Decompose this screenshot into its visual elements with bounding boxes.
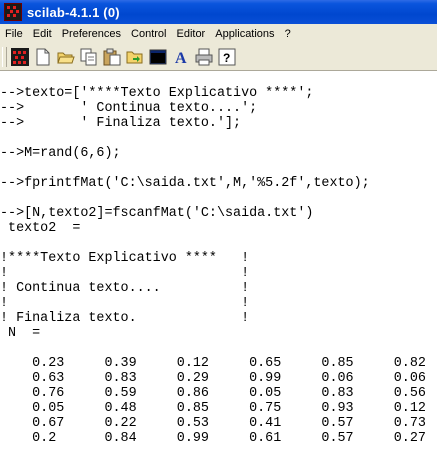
console-line: -->M=rand(6,6); [0, 146, 121, 161]
console-line: 0.05 0.48 0.85 0.75 0.93 0.12 [0, 401, 426, 416]
console-line: !****Texto Explicativo **** ! [0, 251, 250, 266]
console-line: -->fprintfMat('C:\saida.txt',M,'%5.2f',t… [0, 176, 370, 191]
menu-file[interactable]: File [0, 28, 28, 40]
console-line: ! ! [0, 296, 250, 311]
change-directory-button[interactable] [124, 46, 146, 68]
help-icon: ? [218, 48, 236, 66]
menu-edit[interactable]: Edit [28, 28, 57, 40]
console-text: -->texto=['****Texto Explicativo ****'; -… [0, 71, 437, 446]
console-line: ! Continua texto.... ! [0, 281, 250, 296]
font-icon: A [175, 50, 187, 66]
console-line: 0.63 0.83 0.29 0.99 0.06 0.06 [0, 371, 426, 386]
toolbar-grip[interactable] [2, 47, 7, 67]
console-line: ! ! [0, 266, 250, 281]
console-line: texto2 = [0, 221, 81, 236]
paste-button[interactable] [101, 46, 123, 68]
console-output[interactable]: -->texto=['****Texto Explicativo ****'; -… [0, 71, 437, 457]
copy-button[interactable] [78, 46, 100, 68]
open-folder-icon [57, 52, 75, 64]
menu-applications[interactable]: Applications [210, 28, 279, 40]
console-button[interactable] [147, 46, 169, 68]
copy-icon [80, 48, 97, 66]
print-icon [195, 48, 213, 66]
toolbar: A ? [0, 44, 437, 71]
window-title: scilab-4.1.1 (0) [27, 4, 120, 20]
menu-bar: File Edit Preferences Control Editor App… [0, 24, 437, 44]
title-bar[interactable]: scilab-4.1.1 (0) [0, 0, 437, 24]
paste-icon [103, 48, 121, 66]
console-line: 0.23 0.39 0.12 0.65 0.85 0.82 [0, 356, 426, 371]
open-button[interactable] [55, 46, 77, 68]
font-button[interactable]: A [170, 46, 192, 68]
console-line: -->texto=['****Texto Explicativo ****'; [0, 86, 314, 101]
console-line: ! Finaliza texto. ! [0, 311, 250, 326]
svg-text:A: A [175, 50, 187, 66]
scinotes-console-icon [149, 49, 167, 65]
console-line: --> ' Continua texto....'; [0, 101, 258, 116]
scilab-logo-button[interactable] [9, 46, 31, 68]
print-button[interactable] [193, 46, 215, 68]
help-button[interactable]: ? [216, 46, 238, 68]
menu-editor[interactable]: Editor [171, 28, 210, 40]
console-line: N = [0, 326, 41, 341]
scilab-window: scilab-4.1.1 (0) File Edit Preferences C… [0, 0, 437, 457]
menu-help[interactable]: ? [280, 28, 296, 40]
console-line: 0.76 0.59 0.86 0.05 0.83 0.56 [0, 386, 426, 401]
new-file-button[interactable] [32, 46, 54, 68]
console-line: 0.2 0.84 0.99 0.61 0.57 0.27 [0, 431, 426, 446]
scilab-app-icon[interactable] [4, 3, 22, 21]
console-line: --> ' Finaliza texto.']; [0, 116, 242, 131]
scilab-logo-icon [11, 48, 29, 66]
menu-preferences[interactable]: Preferences [57, 28, 126, 40]
svg-text:?: ? [223, 51, 230, 65]
console-line: 0.67 0.22 0.53 0.41 0.57 0.73 [0, 416, 426, 431]
change-directory-icon [126, 51, 143, 64]
menu-control[interactable]: Control [126, 28, 171, 40]
new-file-icon [36, 48, 50, 66]
console-line: -->[N,texto2]=fscanfMat('C:\saida.txt') [0, 206, 314, 221]
